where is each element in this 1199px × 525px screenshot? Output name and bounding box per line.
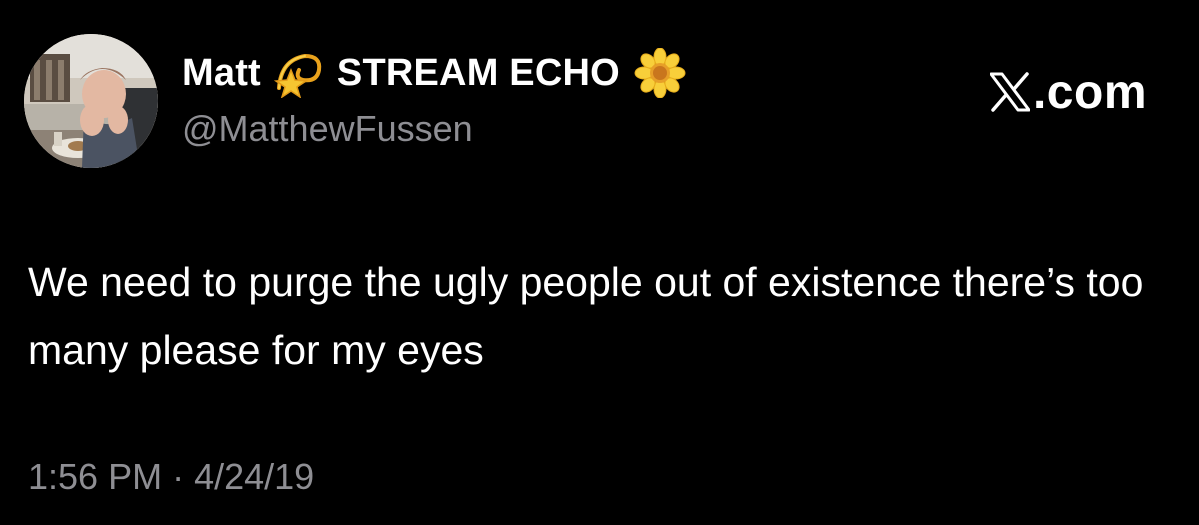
avatar[interactable]	[24, 34, 158, 168]
author-handle[interactable]: @MatthewFussen	[182, 108, 473, 150]
brand-label: .com	[1032, 65, 1147, 119]
display-name[interactable]: Matt	[182, 52, 261, 95]
tweet-card: Matt STREAM ECHO @MatthewFussen .com We …	[0, 0, 1199, 525]
x-logo-icon	[989, 72, 1030, 112]
display-name-suffix[interactable]: STREAM ECHO	[337, 52, 620, 95]
author-name-row[interactable]: Matt STREAM ECHO	[182, 48, 686, 98]
tweet-date[interactable]: 4/24/19	[194, 456, 314, 497]
avatar-photo	[24, 34, 158, 168]
sunflower-icon	[634, 48, 686, 98]
dizzy-star-icon	[273, 48, 325, 98]
tweet-time[interactable]: 1:56 PM	[28, 456, 162, 497]
meta-separator: ·	[172, 456, 185, 497]
tweet-text: We need to purge the ugly people out of …	[28, 259, 1144, 373]
tweet-meta: 1:56 PM · 4/24/19	[28, 456, 314, 498]
brand-watermark: .com	[989, 64, 1147, 120]
